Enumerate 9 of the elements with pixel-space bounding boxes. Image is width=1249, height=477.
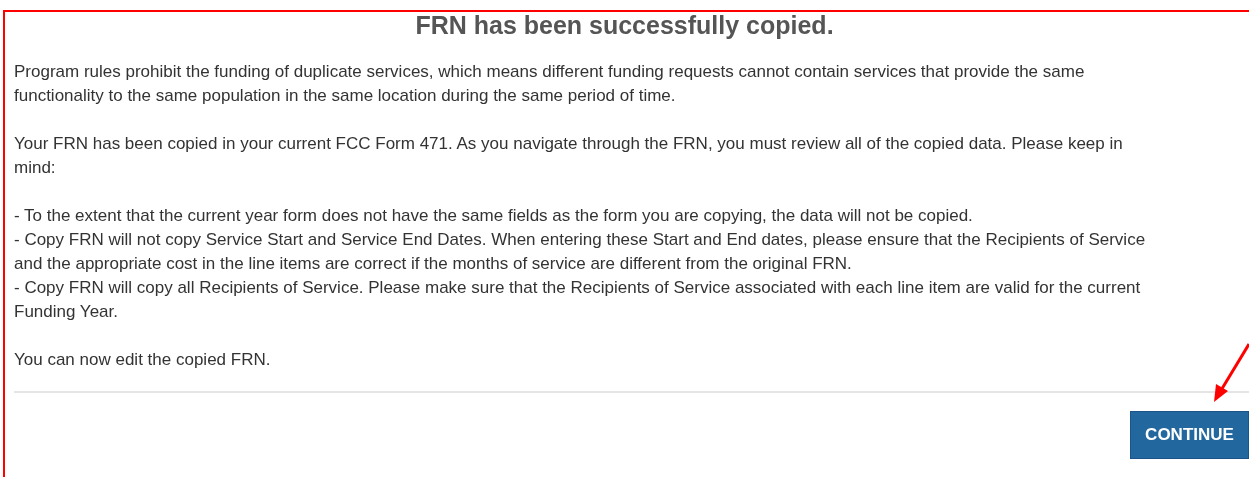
continue-button[interactable]: CONTINUE — [1130, 411, 1249, 459]
list-item: - Copy FRN will copy all Recipients of Service. Please make sure that the Recipients of Service associated with each line item are valid for the current Funding Year. — [14, 277, 1142, 323]
arrow — [1214, 343, 1249, 402]
paragraph: Program rules prohibit the funding of duplicate services, which means different funding requests cannot contain services that provide the same functionality to the same population in the same location during the same period of time. — [14, 61, 1086, 107]
paragraph: Your FRN has been copied in your current FCC Form 471. As you navigate through the FRN, you must review all of the copied data. Please keep in mind: — [14, 133, 1124, 179]
list-item: - Copy FRN will not copy Service Start and Service End Dates. When entering these Start and End dates, please ensure that the Recipients of Service and the appropriate cost in the line items are correct if the months of service are different from the original FRN. — [14, 229, 1147, 275]
list-item: - To the extent that the current year form does not have the same fields as the form you are copying, the data will not be copied. — [14, 205, 974, 227]
dialog-title: FRN has been successfully copied. — [414, 11, 835, 39]
paragraph: You can now edit the copied FRN. — [14, 349, 272, 371]
